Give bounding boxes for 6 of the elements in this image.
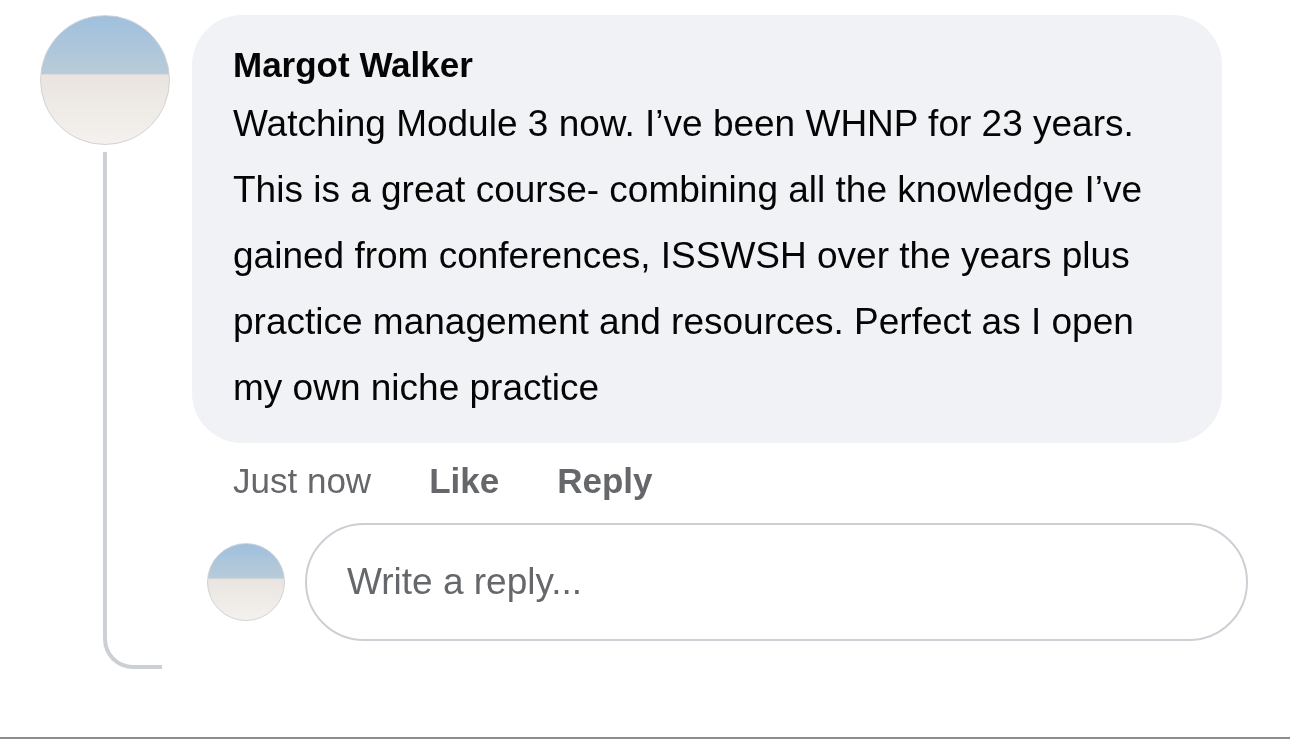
reply-input[interactable]: Write a reply... — [305, 523, 1248, 641]
reply-link[interactable]: Reply — [557, 461, 653, 501]
like-link[interactable]: Like — [429, 461, 500, 501]
comment-text: Watching Module 3 now. I’ve been WHNP for 23 years. This is a great course- combining all the knowledge I’ve gained from conferences, ISSWSH over the years plus practice management and resources. Perfect as I open my own niche practice — [233, 102, 1143, 410]
timestamp: Just now — [233, 461, 372, 501]
author-name: Margot Walker — [233, 45, 474, 85]
